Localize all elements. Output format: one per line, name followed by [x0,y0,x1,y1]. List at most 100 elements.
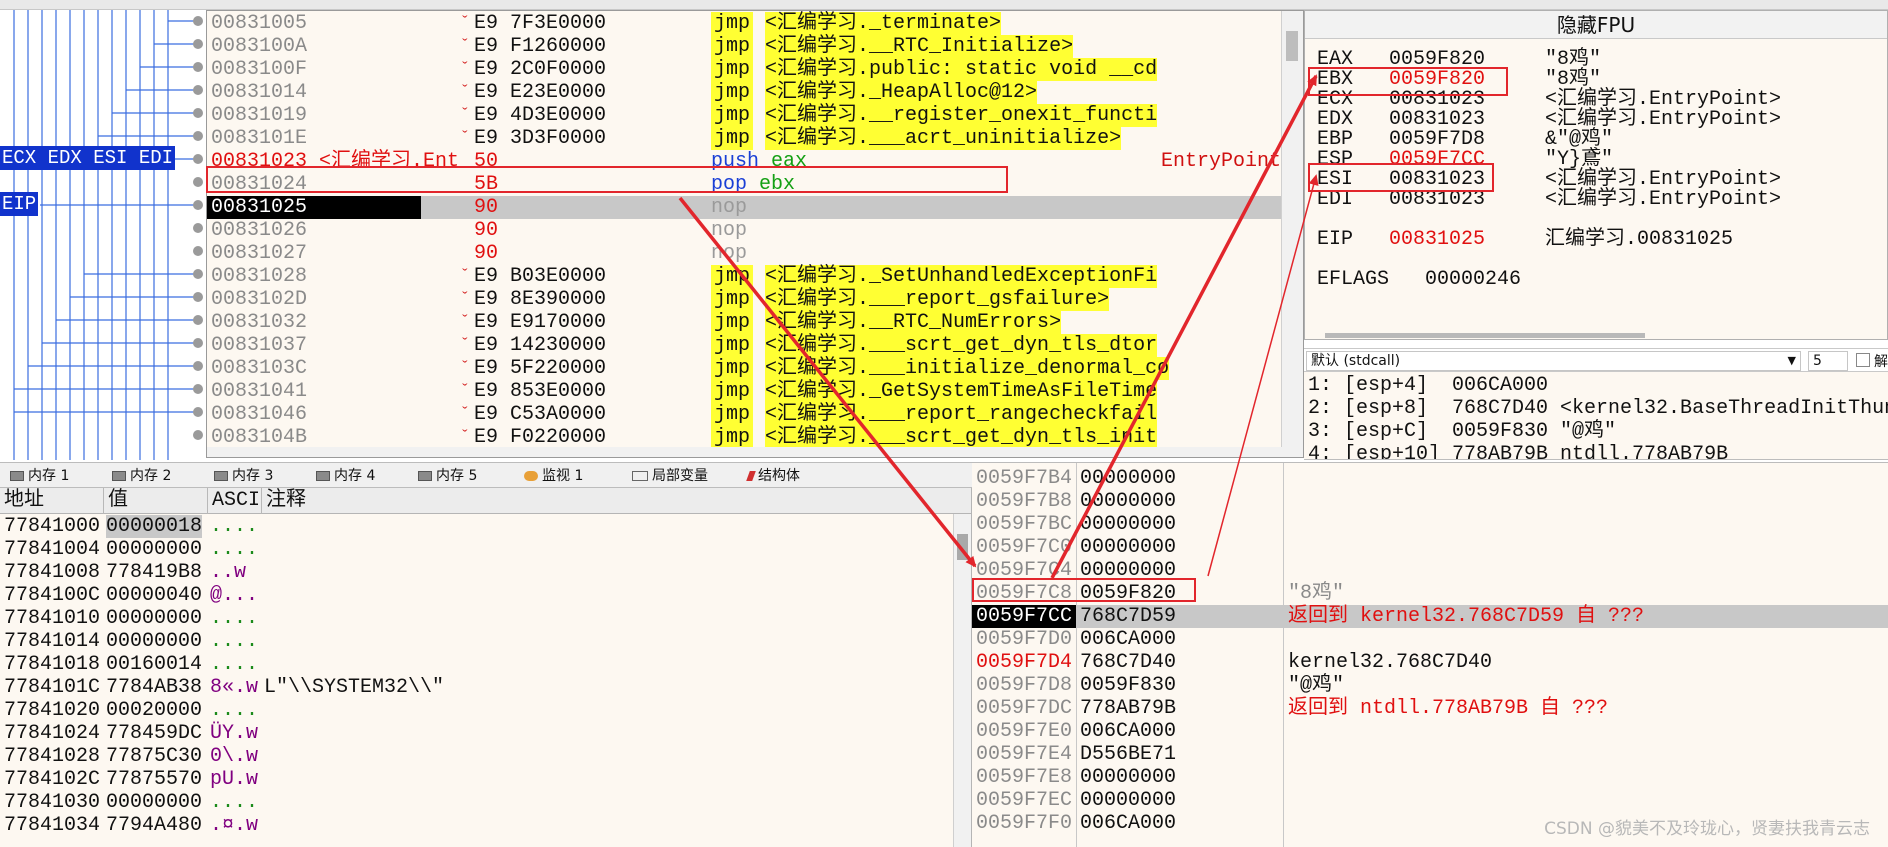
stack-value[interactable]: 0059F820 [1080,582,1176,605]
disasm-row[interactable]: 00831026 90 nop [207,219,1281,242]
disasm-row[interactable]: 0083100A ˇ E9 F1260000 jmp <汇编学习.__RTC_Init… [207,35,1281,58]
stack-row[interactable]: 0059F7C0 00000000 [972,536,1888,559]
memory-value[interactable]: 77875570 [106,768,202,791]
arguments-panel[interactable]: 1: [esp+4] 006CA000 2: [esp+8] 768C7D40 <… [1304,372,1888,460]
disasm-row[interactable]: 0083100F ˇ E9 2C0F0000 jmp <汇编学习.public: st… [207,58,1281,81]
disasm-row[interactable]: 00831023 <汇编学习.Ent 50 push eax EntryPoint [207,150,1281,173]
stack-row[interactable]: 0059F7B8 00000000 [972,490,1888,513]
registers-panel[interactable]: 隐藏FPU EAX 0059F820 "8鸡" EBX 0059F820 "8鸡" ECX 0… [1304,10,1888,340]
stack-value[interactable]: 768C7D59 [1080,605,1176,628]
dump-tab-7[interactable]: 局部变量 [632,465,708,487]
stack-row[interactable]: 0059F7E0 006CA000 [972,720,1888,743]
dump-tab-6[interactable]: 监视 1 [524,465,583,487]
disasm-row[interactable]: 00831005 ˇ E9 7F3E0000 jmp <汇编学习._terminate… [207,12,1281,35]
memory-value[interactable]: 00000018 [106,515,203,538]
stack-value[interactable]: 00000000 [1080,559,1176,582]
dump-tab-1[interactable]: 内存 1 [10,465,69,487]
disasm-row[interactable]: 0083101E ˇ E9 3D3F0000 jmp <汇编学习.___acrt_un… [207,127,1281,150]
stack-row[interactable]: 0059F7D0 006CA000 [972,628,1888,651]
stack-row[interactable]: 0059F7B4 00000000 [972,467,1888,490]
disasm-row[interactable]: 00831014 ˇ E9 E23E0000 jmp <汇编学习._HeapAlloc… [207,81,1281,104]
disasm-row[interactable]: 00831032 ˇ E9 E9170000 jmp <汇编学习.__RTC_NumE… [207,311,1281,334]
memory-value[interactable]: 00020000 [106,699,202,722]
register-value[interactable]: 00831025 [1389,228,1485,252]
disasm-row[interactable]: 0083104B ˇ E9 F0220000 jmp <汇编学习.___scrt_ge… [207,426,1281,449]
disasm-row[interactable]: 00831037 ˇ E9 14230000 jmp <汇编学习.___scrt_ge… [207,334,1281,357]
disasm-row[interactable]: 0083102D ˇ E9 8E390000 jmp <汇编学习.___report_… [207,288,1281,311]
toolbar-remnant [0,0,1888,10]
dump-tab-5[interactable]: 内存 5 [418,465,477,487]
stack-row[interactable]: 0059F7D4 768C7D40 kernel32.768C7D40 [972,651,1888,674]
disasm-scrollbar[interactable] [1281,11,1303,457]
dump-tab-8[interactable]: 结构体 [746,465,800,487]
arg-row[interactable]: 4: [esp+10] 778AB79B ntdll.778AB79B [1308,443,1728,459]
dump-tab-2[interactable]: 内存 2 [112,465,171,487]
registers-hscrollbar[interactable] [1325,333,1645,338]
memory-dump-scrollbar[interactable] [953,514,971,847]
stack-row[interactable]: 0059F7D8 0059F830 "@鸡" [972,674,1888,697]
stack-value[interactable]: 006CA000 [1080,812,1176,835]
stack-row[interactable]: 0059F7E8 00000000 [972,766,1888,789]
column-header-comment[interactable]: 注释 [262,488,954,514]
disasm-hscrollbar[interactable] [207,447,1303,457]
arg-row[interactable]: 1: [esp+4] 006CA000 [1308,374,1548,397]
stack-value[interactable]: D556BE71 [1080,743,1176,766]
memory-value[interactable]: 77875C30 [106,745,202,768]
stack-row[interactable]: 0059F7BC 00000000 [972,513,1888,536]
hide-fpu-button[interactable]: 隐藏FPU [1305,11,1887,39]
disasm-row[interactable]: 00831019 ˇ E9 4D3E0000 jmp <汇编学习.__register… [207,104,1281,127]
disasm-row[interactable]: 00831041 ˇ E9 853E0000 jmp <汇编学习._GetSystem… [207,380,1281,403]
memory-dump-view[interactable]: 地址 值 ASCI 注释 77841000 00000018.... 7784100… [0,488,972,847]
stack-row[interactable]: 0059F7C8 0059F820 "8鸡" [972,582,1888,605]
stack-value[interactable]: 00000000 [1080,490,1176,513]
stack-row[interactable]: 0059F7E4 D556BE71 [972,743,1888,766]
stack-value[interactable]: 006CA000 [1080,628,1176,651]
memory-value[interactable]: 00160014 [106,653,202,676]
stack-value[interactable]: 00000000 [1080,467,1176,490]
memory-value[interactable]: 00000000 [106,630,202,653]
arg-count-spinner[interactable]: 5 [1808,351,1848,371]
stack-row[interactable]: 0059F7CC 768C7D59 返回到 kernel32.768C7D59 自 … [972,605,1888,628]
memory-value[interactable]: 00000000 [106,607,202,630]
stack-value[interactable]: 0059F830 [1080,674,1176,697]
disasm-row[interactable]: 0083103C ˇ E9 5F220000 jmp <汇编学习.___initial… [207,357,1281,380]
unlock-checkbox[interactable] [1856,353,1870,367]
disasm-row[interactable]: 00831024 5B pop ebx [207,173,1281,196]
stack-row[interactable]: 0059F7EC 00000000 [972,789,1888,812]
dump-tab-3[interactable]: 内存 3 [214,465,273,487]
memory-value[interactable]: 778459DC [106,722,202,745]
disasm-row[interactable]: 00831028 ˇ E9 B03E0000 jmp <汇编学习._SetUnhand… [207,265,1281,288]
memory-value[interactable]: 00000000 [106,791,202,814]
column-header-value[interactable]: 值 [104,488,208,514]
stack-value[interactable]: 00000000 [1080,536,1176,559]
memory-value[interactable]: 00000040 [106,584,202,607]
disasm-row[interactable]: 00831025 90 nop [207,196,1281,219]
dump-tab-4[interactable]: 内存 4 [316,465,375,487]
disasm-row[interactable]: 00831046 ˇ E9 C53A0000 jmp <汇编学习.___report_… [207,403,1281,426]
memory-address: 7784101C [4,676,101,699]
column-header-address[interactable]: 地址 [0,488,104,514]
call-convention-select[interactable]: 默认 (stdcall) ▼ [1306,351,1801,371]
stack-value[interactable]: 006CA000 [1080,720,1176,743]
memory-value[interactable]: 778419B8 [106,561,202,584]
stack-value[interactable]: 778AB79B [1080,697,1176,720]
stack-address: 0059F7F0 [976,812,1073,835]
register-value[interactable]: 00831023 [1389,188,1485,212]
memory-value[interactable]: 7784AB38 [106,676,202,699]
arg-row[interactable]: 3: [esp+C] 0059F830 "@鸡" [1308,420,1616,443]
disasm-row[interactable]: 00831027 90 nop [207,242,1281,265]
stack-row[interactable]: 0059F7DC 778AB79B 返回到 ntdll.778AB79B 自 ??? [972,697,1888,720]
column-header-ascii[interactable]: ASCI [208,488,262,514]
memory-value[interactable]: 7794A480 [106,814,202,837]
memory-value[interactable]: 00000000 [106,538,202,561]
register-value[interactable]: 00000246 [1425,268,1521,292]
stack-row[interactable]: 0059F7C4 00000000 [972,559,1888,582]
stack-value[interactable]: 00000000 [1080,513,1176,536]
stack-view[interactable]: 0059F7B4 00000000 0059F7B8 00000000 0059F7BC… [972,462,1888,847]
stack-value[interactable]: 00000000 [1080,766,1176,789]
stack-value[interactable]: 768C7D40 [1080,651,1176,674]
arg-row[interactable]: 2: [esp+8] 768C7D40 <kernel32.BaseThread… [1308,397,1888,420]
stack-value[interactable]: 00000000 [1080,789,1176,812]
disassembly-view[interactable]: 00831005 ˇ E9 7F3E0000 jmp <汇编学习._terminate… [206,10,1304,458]
memory-ascii: .¤.w [210,814,259,837]
